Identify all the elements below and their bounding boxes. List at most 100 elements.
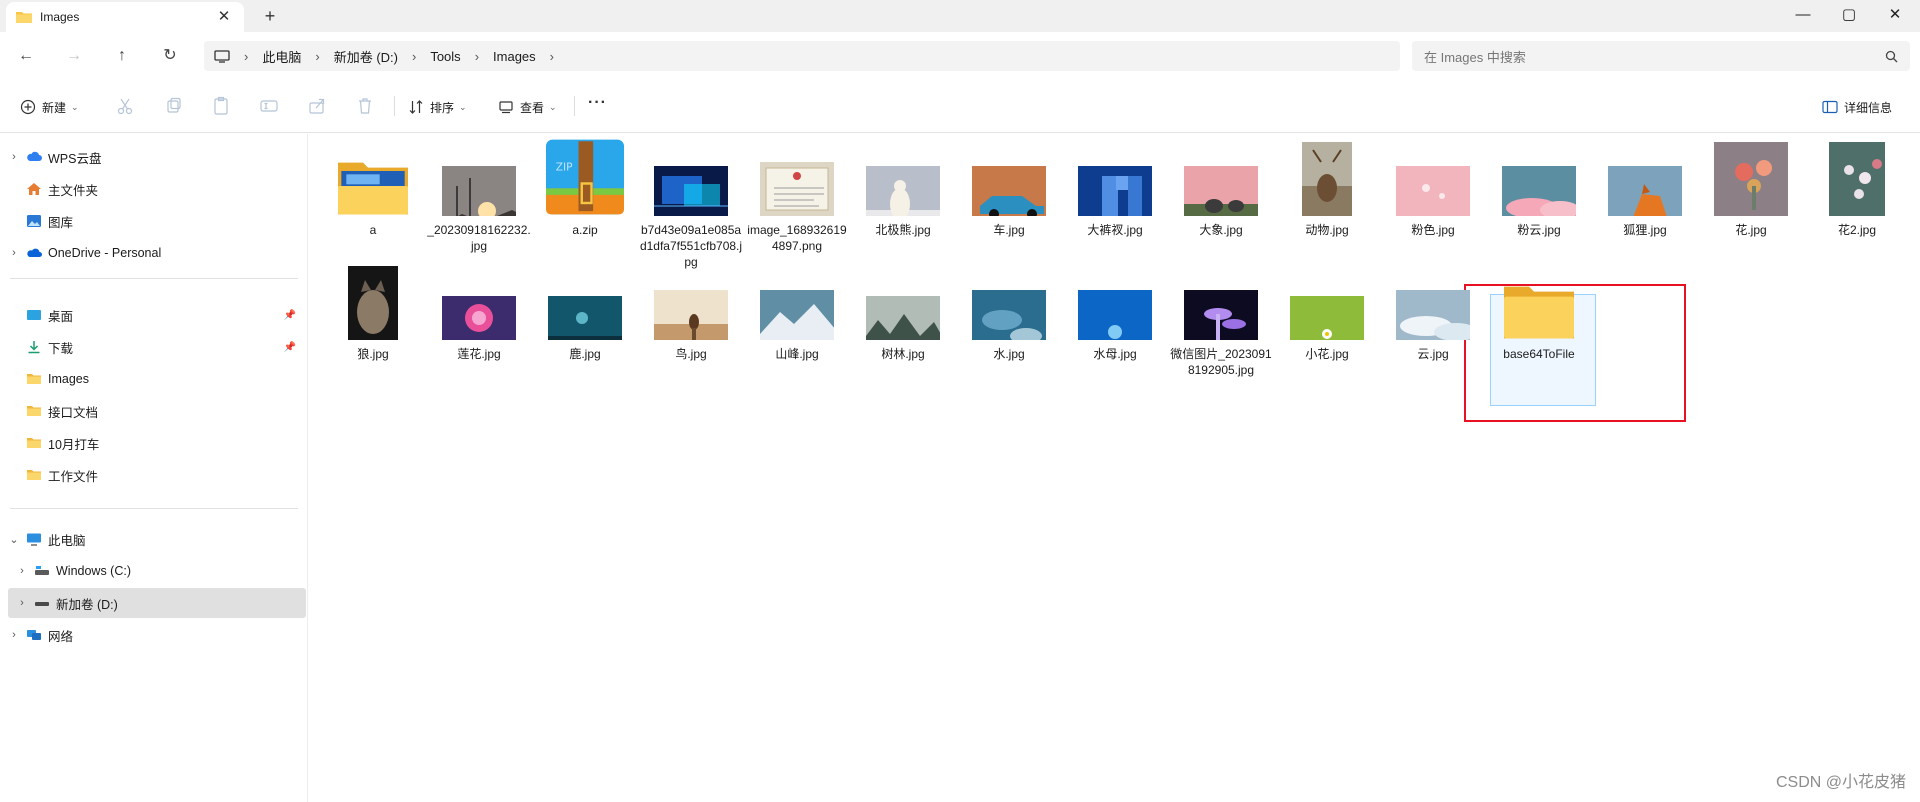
view-button[interactable]: 查看 ⌄ xyxy=(498,94,557,120)
file-list-view[interactable]: a _20230918162232.jpg ZIP a.zip b7d43e09a1e0… xyxy=(320,136,1920,802)
sidebar-item-drive-d[interactable]: › 新加卷 (D:) xyxy=(8,588,306,618)
chevron-right-icon[interactable]: › xyxy=(550,49,554,64)
file-name: 水.jpg xyxy=(993,347,1025,361)
forward-button[interactable]: → xyxy=(62,44,86,68)
file-item[interactable]: 狼.jpg xyxy=(320,260,426,362)
file-name: 大裤衩.jpg xyxy=(1087,223,1143,237)
sidebar-item-home[interactable]: 主文件夹 xyxy=(8,174,306,204)
chevron-right-icon[interactable]: › xyxy=(16,565,28,577)
file-item[interactable]: 水母.jpg xyxy=(1062,260,1168,362)
copy-icon[interactable] xyxy=(162,95,184,117)
more-options-button[interactable]: ··· xyxy=(588,94,607,112)
sidebar-item-desktop[interactable]: 桌面 📌 xyxy=(8,300,306,330)
command-bar: 新建 ⌄ 排序 ⌄ 查看 ⌄ ··· 详细信息 xyxy=(0,80,1920,133)
chevron-down-icon[interactable]: ⌄ xyxy=(8,533,20,546)
chevron-right-icon[interactable]: › xyxy=(8,247,20,259)
new-label: 新建 xyxy=(42,100,67,115)
close-window-button[interactable]: ✕ xyxy=(1872,0,1918,32)
file-item[interactable]: 莲花.jpg xyxy=(426,260,532,362)
file-item[interactable]: _20230918162232.jpg xyxy=(426,136,534,254)
image-thumbnail xyxy=(760,290,836,350)
file-item[interactable]: 树林.jpg xyxy=(850,260,956,362)
sidebar-item-drive-c[interactable]: › Windows (C:) xyxy=(8,556,306,586)
image-thumbnail xyxy=(654,166,728,216)
file-item[interactable]: 大裤衩.jpg xyxy=(1062,136,1168,238)
sidebar-item-api-docs[interactable]: 接口文档 xyxy=(8,396,306,426)
file-item[interactable]: image_1689326194897.png xyxy=(744,136,850,254)
address-bar[interactable]: › 此电脑 › 新加卷 (D:) › Tools › Images › xyxy=(204,41,1400,71)
sidebar-item-wps-cloud[interactable]: › WPS云盘 xyxy=(8,142,306,172)
file-name: 云.jpg xyxy=(1417,347,1449,361)
up-button[interactable]: ↑ xyxy=(110,44,134,68)
folder-item[interactable]: a xyxy=(320,136,426,238)
image-thumbnail xyxy=(1396,166,1470,216)
folder-icon xyxy=(16,12,32,23)
pin-icon[interactable]: 📌 xyxy=(284,310,296,321)
navigation-bar: ← → ↑ ↻ › 此电脑 › 新加卷 (D:) › Tools › Image… xyxy=(0,32,1920,80)
rename-icon[interactable] xyxy=(258,95,280,117)
refresh-button[interactable]: ↻ xyxy=(158,44,182,68)
breadcrumb-tools[interactable]: Tools xyxy=(430,49,460,64)
file-item[interactable]: 云.jpg xyxy=(1380,260,1486,362)
file-item[interactable]: 粉色.jpg xyxy=(1380,136,1486,238)
file-item[interactable]: 车.jpg xyxy=(956,136,1062,238)
search-input[interactable]: 在 Images 中搜索 xyxy=(1412,41,1910,71)
folder-item[interactable]: base64ToFile xyxy=(1486,260,1592,362)
share-icon[interactable] xyxy=(306,95,328,117)
file-item[interactable]: 山峰.jpg xyxy=(744,260,850,362)
sidebar-item-this-pc[interactable]: ⌄ 此电脑 xyxy=(8,524,306,554)
file-name: _20230918162232.jpg xyxy=(427,223,531,253)
image-thumbnail xyxy=(1829,142,1885,216)
sidebar-item-work-files[interactable]: 工作文件 xyxy=(8,460,306,490)
pin-icon[interactable]: 📌 xyxy=(284,342,296,353)
sidebar-item-onedrive[interactable]: › OneDrive - Personal xyxy=(8,238,306,268)
tab-images[interactable]: Images ✕ xyxy=(6,2,244,32)
chevron-right-icon[interactable]: › xyxy=(16,597,28,609)
file-item[interactable]: 动物.jpg xyxy=(1274,136,1380,238)
sidebar-item-images[interactable]: Images xyxy=(8,364,306,394)
cloud-icon xyxy=(27,151,42,161)
desktop-icon xyxy=(27,310,41,320)
file-item[interactable]: 粉云.jpg xyxy=(1486,136,1592,238)
file-item[interactable]: 水.jpg xyxy=(956,260,1062,362)
file-item[interactable]: 花2.jpg xyxy=(1804,136,1910,238)
image-thumbnail xyxy=(1184,290,1258,344)
image-thumbnail xyxy=(548,296,622,340)
back-button[interactable]: ← xyxy=(14,44,38,68)
chevron-right-icon[interactable]: › xyxy=(8,151,20,163)
chevron-right-icon[interactable]: › xyxy=(8,629,20,641)
file-item[interactable]: 北极熊.jpg xyxy=(850,136,956,238)
view-label: 查看 xyxy=(520,100,545,115)
details-button[interactable]: 详细信息 xyxy=(1822,94,1892,120)
breadcrumb-this-pc[interactable]: 此电脑 xyxy=(262,47,301,66)
file-item[interactable]: 鹿.jpg xyxy=(532,260,638,362)
file-item[interactable]: 花.jpg xyxy=(1698,136,1804,238)
sidebar-item-downloads[interactable]: 下载 📌 xyxy=(8,332,306,362)
tab-close-icon[interactable]: ✕ xyxy=(214,7,234,27)
new-tab-button[interactable]: + xyxy=(258,6,282,28)
chevron-right-icon: › xyxy=(244,48,249,64)
breadcrumb-images[interactable]: Images xyxy=(493,49,536,64)
paste-icon[interactable] xyxy=(210,95,232,117)
file-item[interactable]: ZIP a.zip xyxy=(532,136,638,238)
image-thumbnail xyxy=(442,296,516,340)
minimize-button[interactable]: — xyxy=(1780,0,1826,32)
file-item[interactable]: b7d43e09a1e085ad1dfa7f551cfb708.jpg xyxy=(638,136,744,270)
sidebar-item-network[interactable]: › 网络 xyxy=(8,620,306,650)
breadcrumb-drive-d[interactable]: 新加卷 (D:) xyxy=(334,47,398,66)
file-item[interactable]: 小花.jpg xyxy=(1274,260,1380,362)
sidebar-item-gallery[interactable]: 图库 xyxy=(8,206,306,236)
file-item[interactable]: 狐狸.jpg xyxy=(1592,136,1698,238)
file-item[interactable]: 大象.jpg xyxy=(1168,136,1274,238)
maximize-button[interactable]: ▢ xyxy=(1826,0,1872,32)
chevron-right-icon: › xyxy=(411,48,417,64)
file-item[interactable]: 微信图片_20230918192905.jpg xyxy=(1168,260,1274,378)
file-item[interactable]: 鸟.jpg xyxy=(638,260,744,362)
search-placeholder: 在 Images 中搜索 xyxy=(1424,49,1526,65)
cut-icon[interactable] xyxy=(114,95,136,117)
drive-icon xyxy=(35,566,49,575)
sort-button[interactable]: 排序 ⌄ xyxy=(408,94,467,120)
new-button[interactable]: 新建 ⌄ xyxy=(20,94,79,120)
sidebar-item-october-taxi[interactable]: 10月打车 xyxy=(8,428,306,458)
delete-icon[interactable] xyxy=(354,95,376,117)
